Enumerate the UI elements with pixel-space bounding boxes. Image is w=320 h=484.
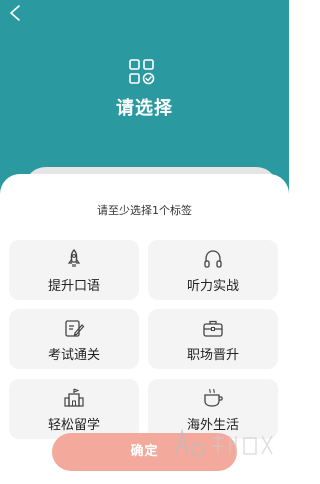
- tag-label: 提升口语: [47, 279, 100, 294]
- tag-label: 考试通关: [47, 348, 100, 363]
- grid-check-icon: [129, 59, 155, 85]
- rocket-icon: [67, 249, 81, 267]
- watermark-logo: [175, 428, 273, 457]
- selection-hint: 请至少选择1个标签: [97, 204, 192, 217]
- tag-study-abroad[interactable]: 轻松留学: [9, 379, 139, 439]
- tag-label: 职场晋升: [186, 348, 239, 363]
- coffee-icon: [204, 388, 223, 407]
- edit-icon: [65, 320, 85, 337]
- tag-label: 轻松留学: [47, 418, 100, 433]
- tag-career[interactable]: 职场晋升: [148, 309, 278, 369]
- arrow-left-icon[interactable]: [4, 2, 26, 24]
- tag-label: 听力实战: [186, 279, 239, 294]
- page-title: 请选择: [116, 98, 173, 119]
- briefcase-icon: [203, 320, 223, 337]
- headphones-icon: [204, 250, 222, 268]
- tag-exam[interactable]: 考试通关: [9, 309, 139, 369]
- school-icon: [64, 388, 84, 407]
- tag-listening[interactable]: 听力实战: [148, 240, 278, 300]
- tag-speaking[interactable]: 提升口语: [9, 240, 139, 300]
